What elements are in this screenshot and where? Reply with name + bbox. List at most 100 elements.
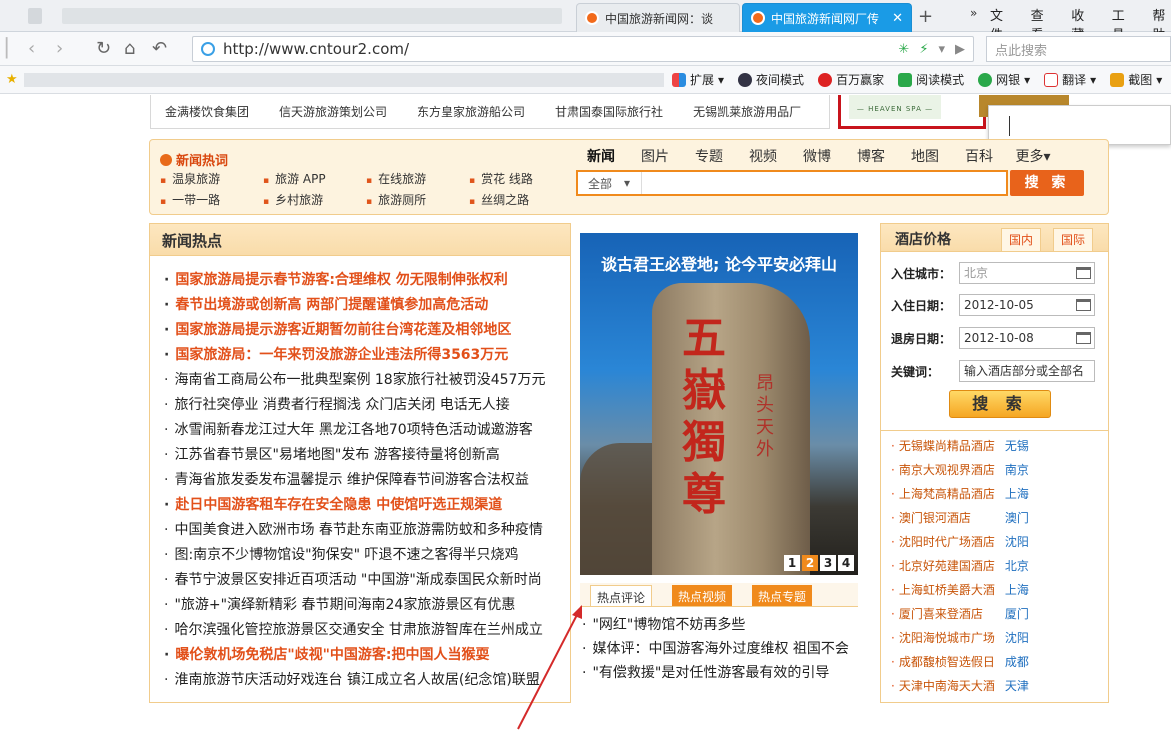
news-item[interactable]: 青海省旅发委发布温馨提示 维护保障春节间游客合法权益 bbox=[164, 468, 570, 493]
slide-page-1[interactable]: 1 bbox=[784, 555, 800, 571]
hotel-name-link[interactable]: 天津中南海天大酒 bbox=[899, 674, 999, 698]
new-tab-button[interactable]: + bbox=[918, 6, 933, 27]
comment-item[interactable]: "网红"博物馆不妨再多些 bbox=[582, 613, 858, 637]
bookmark-translate[interactable]: 翻译 ▾ bbox=[1044, 71, 1096, 88]
check-in-city-input[interactable]: 北京 bbox=[959, 262, 1095, 284]
hot-word-link[interactable]: 旅游 APP bbox=[263, 170, 366, 187]
hotel-name-link[interactable]: 澳门银河酒店 bbox=[899, 506, 999, 530]
news-item[interactable]: 赴日中国游客租车存在安全隐患 中使馆吁选正规渠道 bbox=[164, 493, 570, 518]
news-item[interactable]: 国家旅游局提示游客近期暂勿前往台湾花莲及相邻地区 bbox=[164, 318, 570, 343]
reload-icon[interactable]: ↻ bbox=[96, 39, 111, 59]
search-tab-map[interactable]: 地图 bbox=[898, 146, 952, 166]
check-in-date-input[interactable]: 2012-10-05 bbox=[959, 294, 1095, 316]
calendar-icon[interactable] bbox=[1076, 332, 1091, 344]
hotel-city-link[interactable]: 上海 bbox=[1005, 583, 1029, 597]
hotel-name-link[interactable]: 厦门喜来登酒店 bbox=[899, 602, 999, 626]
browser-search-input[interactable]: 点此搜索 bbox=[986, 36, 1171, 62]
tab-hot-comments[interactable]: 热点评论 bbox=[590, 585, 653, 606]
hotel-name-link[interactable]: 南京大观视界酒店 bbox=[899, 458, 999, 482]
keyword-input[interactable]: 输入酒店部分或全部名 bbox=[959, 360, 1095, 382]
check-out-date-input[interactable]: 2012-10-08 bbox=[959, 327, 1095, 349]
tab-news-2[interactable]: 中国旅游新闻网厂传 ✕ bbox=[742, 3, 912, 32]
forward-icon[interactable]: › bbox=[56, 39, 63, 59]
hotel-search-button[interactable]: 搜 索 bbox=[949, 390, 1051, 418]
news-item[interactable]: 冰雪闹新春龙江过大年 黑龙江各地70项特色活动诚邀游客 bbox=[164, 418, 570, 443]
feature-photo[interactable]: 谈古君王必登地; 论今平安必拜山 五 嶽 獨 尊 昂 头 天 外 1 2 3 4 bbox=[580, 233, 858, 575]
news-item[interactable]: 春节出境游或创新高 两部门提醒谨慎参加高危活动 bbox=[164, 293, 570, 318]
news-item[interactable]: 国家旅游局提示春节游客:合理维权 勿无限制伸张权利 bbox=[164, 268, 570, 293]
search-tab-blog[interactable]: 博客 bbox=[844, 146, 898, 166]
address-bar[interactable]: http://www.cntour2.com/ ✳ ⚡ ▾ ▶ bbox=[192, 36, 974, 62]
bookmark-winner[interactable]: 百万赢家 bbox=[818, 71, 884, 88]
page-icon[interactable] bbox=[28, 8, 42, 24]
site-search-button[interactable]: 搜 索 bbox=[1010, 170, 1084, 196]
news-item[interactable]: 春节宁波景区安排近百项活动 "中国游"渐成泰国民众新时尚 bbox=[164, 568, 570, 593]
bookmark-night-mode[interactable]: 夜间模式 bbox=[738, 71, 804, 88]
hot-word-link[interactable]: 在线旅游 bbox=[366, 170, 469, 187]
partner-link[interactable]: 东方皇家旅游船公司 bbox=[417, 103, 525, 120]
bookmark-bank[interactable]: 网银 ▾ bbox=[978, 71, 1030, 88]
news-item[interactable]: 江苏省春节景区"易堵地图"发布 游客接待量将创新高 bbox=[164, 443, 570, 468]
hot-word-link[interactable]: 一带一路 bbox=[160, 191, 263, 208]
home-icon[interactable]: ⌂ bbox=[124, 39, 135, 59]
hotel-city-link[interactable]: 沈阳 bbox=[1005, 631, 1029, 645]
hotel-city-link[interactable]: 澳门 bbox=[1005, 511, 1029, 525]
search-tab-news[interactable]: 新闻 bbox=[574, 146, 628, 166]
comment-item[interactable]: "有偿救援"是对任性游客最有效的引导 bbox=[582, 661, 858, 685]
star-icon[interactable]: ★ bbox=[6, 72, 18, 87]
undo-icon[interactable]: ↶ bbox=[152, 39, 167, 59]
search-tab-topics[interactable]: 专题 bbox=[682, 146, 736, 166]
hotel-city-link[interactable]: 无锡 bbox=[1005, 439, 1029, 453]
hotel-name-link[interactable]: 沈阳海悦城市广场 bbox=[899, 626, 999, 650]
calendar-icon[interactable] bbox=[1076, 299, 1091, 311]
bookmark-extensions[interactable]: 扩展 ▾ bbox=[672, 71, 724, 88]
news-item[interactable]: 旅行社突停业 消费者行程搁浅 众门店关闭 电话无人接 bbox=[164, 393, 570, 418]
hotel-city-link[interactable]: 上海 bbox=[1005, 487, 1029, 501]
comment-item[interactable]: 媒体评：中国游客海外过度维权 祖国不会 bbox=[582, 637, 858, 661]
search-tab-baike[interactable]: 百科 bbox=[952, 146, 1006, 166]
hotel-name-link[interactable]: 上海梵高精品酒店 bbox=[899, 482, 999, 506]
search-tab-more[interactable]: 更多▾ bbox=[1006, 146, 1060, 166]
hotel-city-link[interactable]: 北京 bbox=[1005, 559, 1029, 573]
slide-page-3[interactable]: 3 bbox=[820, 555, 836, 571]
tab-news-1[interactable]: 中国旅游新闻网：谈 bbox=[576, 3, 740, 32]
close-icon[interactable]: ✕ bbox=[886, 11, 903, 26]
partner-link[interactable]: 信天游旅游策划公司 bbox=[279, 103, 387, 120]
hotel-name-link[interactable]: 无锡蝶尚精品酒店 bbox=[899, 434, 999, 458]
hotel-name-link[interactable]: 上海虹桥美爵大酒 bbox=[899, 578, 999, 602]
hotel-city-link[interactable]: 厦门 bbox=[1005, 607, 1029, 621]
bookmark-screenshot[interactable]: 截图 ▾ bbox=[1110, 71, 1162, 88]
partner-link[interactable]: 无锡凯莱旅游用品厂 bbox=[693, 103, 801, 120]
chevron-down-icon[interactable]: ▾ bbox=[938, 42, 945, 57]
go-icon[interactable]: ▶ bbox=[955, 42, 965, 57]
back-icon[interactable]: ‹ bbox=[28, 39, 35, 59]
hot-word-link[interactable]: 乡村旅游 bbox=[263, 191, 366, 208]
search-tab-weibo[interactable]: 微博 bbox=[790, 146, 844, 166]
hotel-name-link[interactable]: 北京好苑建国酒店 bbox=[899, 554, 999, 578]
hotel-city-link[interactable]: 天津 bbox=[1005, 679, 1029, 693]
hot-word-link[interactable]: 温泉旅游 bbox=[160, 170, 263, 187]
slide-page-4[interactable]: 4 bbox=[838, 555, 854, 571]
hotel-city-link[interactable]: 南京 bbox=[1005, 463, 1029, 477]
news-item[interactable]: 海南省工商局公布一批典型案例 18家旅行社被罚没457万元 bbox=[164, 368, 570, 393]
news-item[interactable]: 中国美食进入欧洲市场 春节赴东南亚旅游需防蚊和多种疫情 bbox=[164, 518, 570, 543]
news-item[interactable]: 国家旅游局：一年来罚没旅游企业违法所得3563万元 bbox=[164, 343, 570, 368]
hotel-city-link[interactable]: 成都 bbox=[1005, 655, 1029, 669]
hot-word-link[interactable]: 旅游厕所 bbox=[366, 191, 469, 208]
tab-international[interactable]: 国际 bbox=[1053, 228, 1093, 252]
spa-ad-banner[interactable]: — HEAVEN SPA — bbox=[838, 95, 1069, 129]
bookmark-reading-mode[interactable]: 阅读模式 bbox=[898, 71, 964, 88]
search-tab-images[interactable]: 图片 bbox=[628, 146, 682, 166]
partner-link[interactable]: 甘肃国泰国际旅行社 bbox=[555, 103, 663, 120]
tab-overflow-icon[interactable]: » bbox=[970, 6, 977, 20]
refresh-plugin-icon[interactable]: ✳ bbox=[898, 42, 909, 57]
tab-domestic[interactable]: 国内 bbox=[1001, 228, 1041, 252]
hotel-city-link[interactable]: 沈阳 bbox=[1005, 535, 1029, 549]
speed-icon[interactable]: ⚡ bbox=[919, 42, 928, 57]
hot-word-link[interactable]: 赏花 线路 bbox=[469, 170, 569, 187]
hot-word-link[interactable]: 丝绸之路 bbox=[469, 191, 569, 208]
tab-hot-topics[interactable]: 热点专题 bbox=[752, 585, 813, 606]
news-item[interactable]: 图:南京不少博物馆设"狗保安" 吓退不速之客得半只烧鸡 bbox=[164, 543, 570, 568]
search-tab-video[interactable]: 视频 bbox=[736, 146, 790, 166]
sidebar-toggle-icon[interactable]: ▏ bbox=[6, 39, 20, 59]
